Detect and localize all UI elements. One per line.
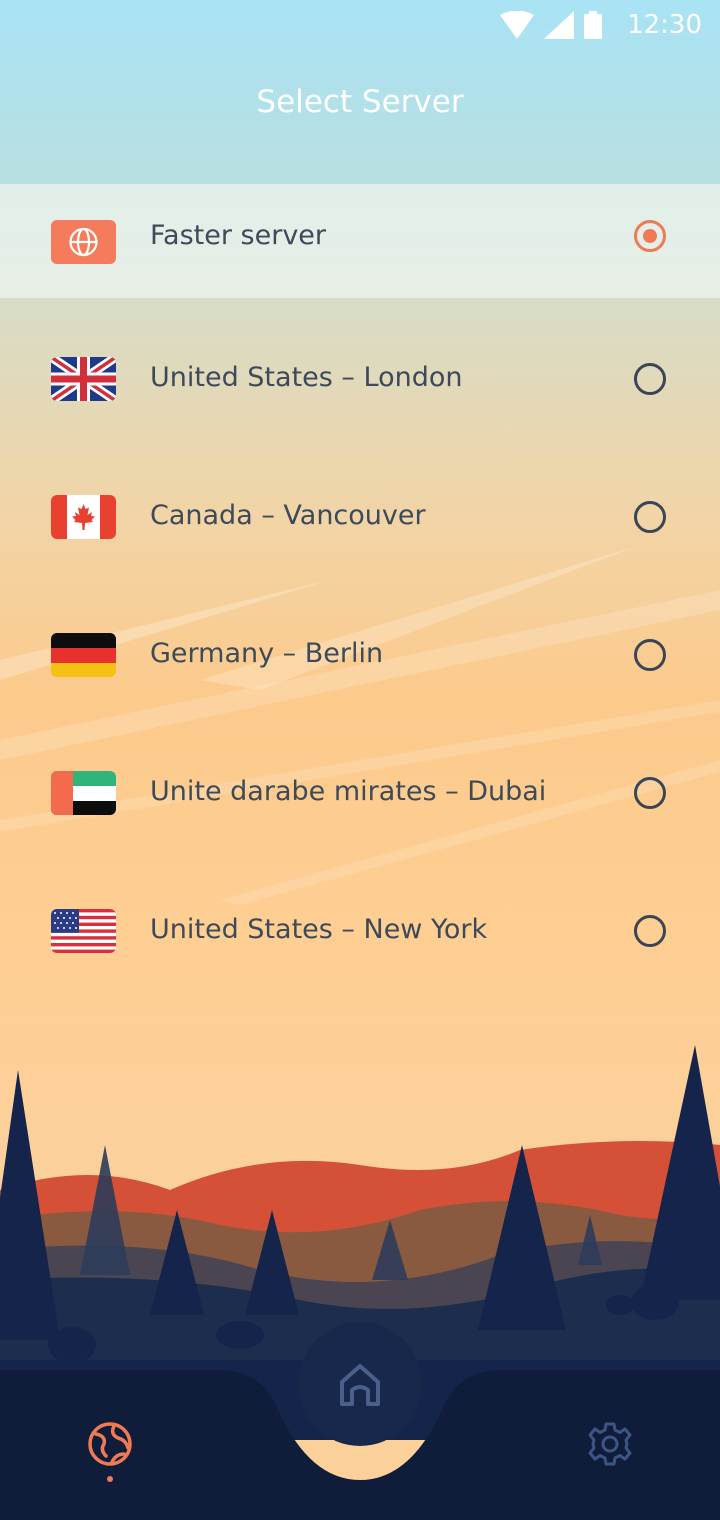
server-row-vancouver[interactable]: Canada – Vancouver [0,460,720,598]
uae-flag-icon [51,771,116,815]
radio-selected[interactable] [634,220,666,252]
battery-icon [584,11,602,39]
radio-unselected[interactable] [634,363,666,395]
canada-flag-icon [51,495,116,539]
settings-gear-icon [588,1422,632,1466]
page-title: Select Server [256,84,464,120]
server-label: Canada – Vancouver [150,500,426,531]
globe-flag-icon [51,220,116,264]
radio-unselected[interactable] [634,639,666,671]
server-list: Faster server United States – London Can… [0,184,720,1012]
server-row-dubai[interactable]: Unite darabe mirates – Dubai [0,736,720,874]
nav-settings-button[interactable] [586,1420,634,1468]
servers-globe-icon [88,1422,132,1466]
bottom-navigation [0,1322,720,1520]
radio-unselected[interactable] [634,915,666,947]
server-label: United States – London [150,362,463,393]
status-icons [500,10,602,40]
status-bar: 12:30 [0,0,720,50]
usa-flag-icon [51,909,116,953]
server-label: Faster server [150,220,327,251]
wifi-icon [500,11,534,39]
status-time: 12:30 [627,10,702,40]
server-row-london[interactable]: United States – London [0,322,720,460]
radio-unselected[interactable] [634,501,666,533]
server-row-berlin[interactable]: Germany – Berlin [0,598,720,736]
nav-home-button[interactable] [298,1322,422,1446]
nav-servers-button[interactable] [86,1420,134,1468]
uk-flag-icon [51,357,116,401]
cellular-signal-icon [544,11,574,39]
server-label: Unite darabe mirates – Dubai [150,776,547,807]
radio-unselected[interactable] [634,777,666,809]
server-row-new-york[interactable]: United States – New York [0,874,720,1012]
home-icon [340,1364,380,1406]
server-label: United States – New York [150,914,488,945]
server-row-faster[interactable]: Faster server [0,184,720,298]
germany-flag-icon [51,633,116,677]
active-indicator-dot [107,1476,113,1482]
server-label: Germany – Berlin [150,638,384,669]
